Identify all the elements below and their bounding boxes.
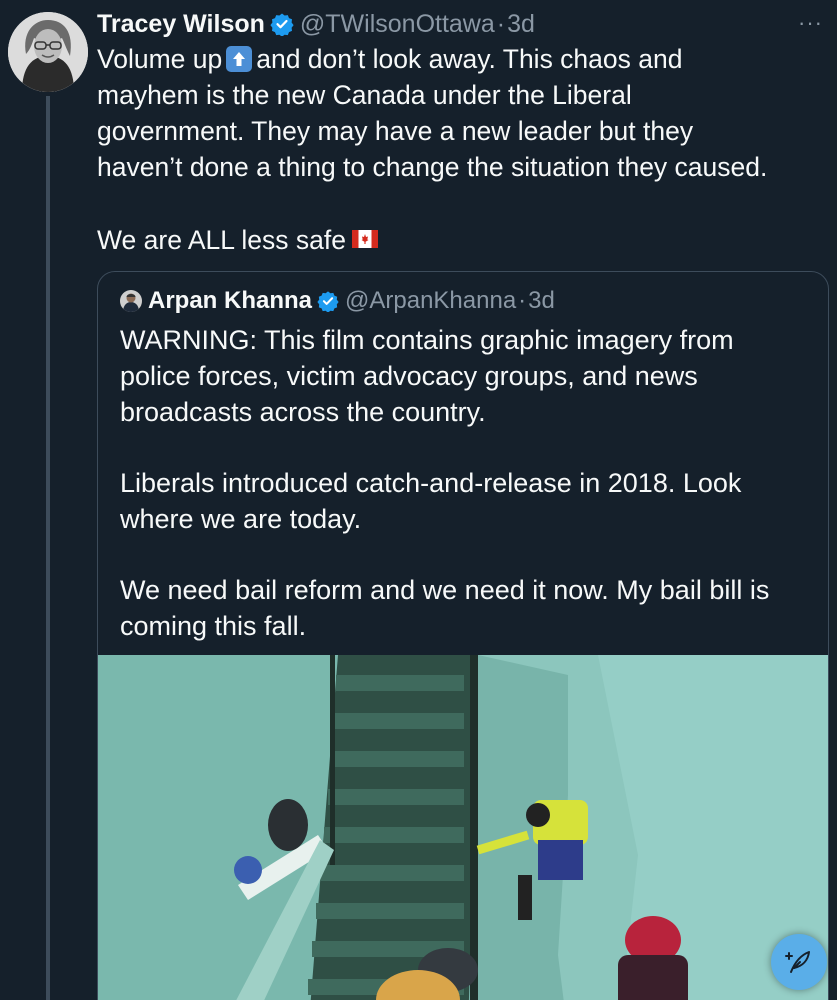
- quoted-tweet-card[interactable]: Arpan Khanna @ArpanKhanna · 3d WARNING: …: [97, 271, 829, 1000]
- canada-flag-icon: [351, 221, 378, 248]
- quoted-tweet-line: WARNING: This film contains graphic imag…: [120, 325, 734, 355]
- tweet-line-1-end: and don’t look away. This chaos and: [256, 44, 683, 74]
- quoted-tweet-line: coming this fall.: [120, 611, 307, 641]
- thread-connector-line: [46, 96, 50, 1000]
- author-handle[interactable]: @TWilsonOttawa: [300, 10, 495, 39]
- quoted-tweet-timestamp[interactable]: 3d: [528, 287, 555, 315]
- time-separator: ·: [496, 9, 506, 38]
- quoted-tweet-text: WARNING: This film contains graphic imag…: [120, 322, 810, 644]
- video-thumbnail[interactable]: [98, 655, 828, 1000]
- quoted-tweet-header: Arpan Khanna @ArpanKhanna · 3d: [120, 287, 555, 315]
- compose-feather-icon: [785, 951, 810, 973]
- tweet-timestamp[interactable]: 3d: [507, 10, 535, 39]
- quoted-tweet-line: broadcasts across the country.: [120, 397, 486, 427]
- tweet-line: We are ALL less safe: [97, 221, 827, 258]
- tweet-line: haven’t done a thing to change the situa…: [97, 152, 768, 182]
- tweet-text: Volume up and don’t look away. This chaos…: [97, 41, 827, 258]
- quoted-tweet-line: where we are today.: [120, 504, 362, 534]
- quoted-tweet-line: We need bail reform and we need it now. …: [120, 575, 770, 605]
- quoted-author-name[interactable]: Arpan Khanna: [148, 287, 312, 315]
- quoted-tweet-line: police forces, victim advocacy groups, a…: [120, 361, 698, 391]
- compose-button[interactable]: [771, 934, 827, 990]
- tweet-line: mayhem is the new Canada under the Liber…: [97, 80, 632, 110]
- more-dots-icon[interactable]: ···: [798, 10, 823, 36]
- quoted-author-avatar[interactable]: [120, 290, 142, 312]
- tweet-closing-text: We are ALL less safe: [97, 225, 346, 255]
- verified-badge-icon: [270, 12, 294, 36]
- tweet-line-1-start: Volume up: [97, 44, 223, 74]
- tweet-header: Tracey Wilson @TWilsonOttawa · 3d: [97, 8, 535, 40]
- tweet-line: Volume up and don’t look away. This chaos…: [97, 41, 827, 77]
- tweet-line: government. They may have a new leader b…: [97, 116, 694, 146]
- tweet-thread-view: Tracey Wilson @TWilsonOttawa · 3d ··· Vo…: [0, 0, 837, 1000]
- author-name[interactable]: Tracey Wilson: [97, 10, 265, 39]
- up-arrow-emoji-icon: [226, 46, 253, 72]
- verified-badge-icon: [317, 290, 339, 312]
- author-avatar[interactable]: [8, 12, 88, 92]
- time-separator: ·: [518, 287, 527, 314]
- quoted-tweet-line: Liberals introduced catch-and-release in…: [120, 468, 742, 498]
- quoted-author-handle[interactable]: @ArpanKhanna: [345, 287, 516, 315]
